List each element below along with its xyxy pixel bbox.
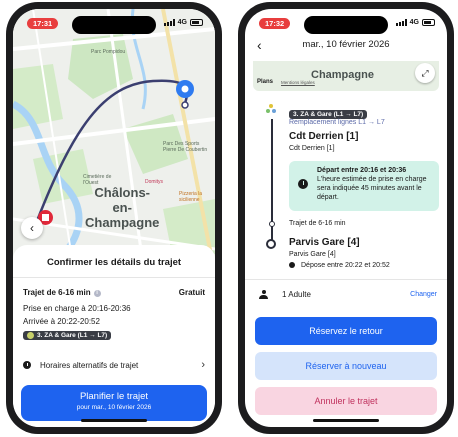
expand-icon[interactable]: ⤢ [415, 63, 435, 83]
network-label: 4G [177, 19, 187, 26]
trip-header: ‹ mar., 10 février 2026 [245, 37, 447, 61]
map-city-label: Champagne [311, 69, 374, 81]
map-label-pompidou: Parc Pompidou [91, 49, 126, 55]
trip-duration-label: Trajet de 6-16 min [23, 288, 91, 297]
mini-map[interactable]: Plans Mentions légales Champagne ⤢ [253, 61, 439, 91]
status-time: 17:31 [27, 18, 59, 29]
map-city-label: Châlons- en- Champagne [85, 185, 159, 230]
passengers-row: 1 Adulte Changer [259, 290, 437, 299]
pickup-time: Prise en charge à 20:16-20:36 [23, 304, 131, 313]
city-line-2: en- [112, 200, 132, 215]
divider [245, 279, 447, 280]
alt-schedules-label: Horaires alternatifs de trajet [40, 360, 139, 370]
home-indicator [313, 419, 379, 422]
change-passengers-link[interactable]: Changer [410, 291, 437, 298]
origin-stop-sub: Cdt Derrien [1] [289, 145, 335, 152]
passengers-label: 1 Adulte [282, 290, 311, 299]
route-badge-label: 3. ZA & Gare (L1 → L7) [37, 332, 108, 339]
bus-icon [266, 104, 276, 113]
book-return-button[interactable]: Réservez le retour [255, 317, 437, 345]
departure-window: Départ entre 20:16 et 20:36 [317, 167, 407, 174]
destination-stop-sub: Parvis Gare [4] [289, 251, 336, 258]
route-badge: 3. ZA & Gare (L1 → L7) [289, 110, 368, 119]
book-again-button[interactable]: Réserver à nouveau [255, 352, 437, 380]
chevron-left-icon: ‹ [30, 221, 34, 235]
status-indicators: 4G [395, 19, 435, 26]
trip-summary-row: Trajet de 6-16 min i Gratuit [23, 288, 205, 297]
right-phone: 17:32 4G ‹ mar., 10 février 2026 Plans M… [238, 2, 454, 434]
status-time: 17:32 [259, 18, 291, 29]
map-label-sicilienne: Pizzeria la sicilienne [179, 191, 203, 203]
battery-icon [422, 19, 435, 26]
arrival-time: Arrivée à 20:22-20:52 [23, 317, 100, 326]
signal-icon [163, 19, 175, 26]
departure-info-box: Départ entre 20:16 et 20:36 L'heure esti… [289, 161, 439, 211]
chevron-right-icon: › [201, 359, 205, 371]
destination-stop-name: Parvis Gare [4] [289, 237, 360, 248]
timeline-mid-dot [269, 221, 275, 227]
dropoff-window: Dépose entre 20:22 et 20:52 [301, 262, 390, 269]
trip-price: Gratuit [178, 288, 205, 297]
cancel-trip-button[interactable]: Annuler le trajet [255, 387, 437, 415]
origin-stop-name: Cdt Derrien [1] [289, 131, 359, 142]
status-indicators: 4G [163, 19, 203, 26]
map-provider: Plans [257, 79, 274, 85]
clock-icon [298, 179, 308, 189]
dynamic-island [72, 16, 156, 34]
replacement-note: Remplacement lignes L1 → L7 [289, 119, 385, 126]
route-badge-label: 3. ZA & Gare (L1 → L7) [293, 111, 364, 118]
signal-icon [395, 19, 407, 26]
clock-icon [289, 262, 295, 268]
dropoff-row: Dépose entre 20:22 et 20:52 [289, 262, 435, 269]
right-screen: 17:32 4G ‹ mar., 10 février 2026 Plans M… [245, 9, 447, 427]
route-badge: 3. ZA & Gare (L1 → L7) [23, 331, 112, 340]
map-label-coubertin: Parc Des Sports Pierre De Coubertin [163, 141, 208, 153]
clock-icon [23, 361, 31, 369]
back-arrow-icon[interactable]: ‹ [257, 37, 262, 53]
alt-schedules-row[interactable]: Horaires alternatifs de trajet › [23, 359, 205, 371]
trip-date-title: mar., 10 février 2026 [302, 39, 390, 50]
sheet-title: Confirmer les détails du trajet [13, 257, 215, 278]
dynamic-island [304, 16, 388, 34]
plan-trip-button[interactable]: Planifier le trajet pour mar., 10 févrie… [21, 385, 207, 421]
map-back-button[interactable]: ‹ [21, 217, 43, 239]
left-screen: 17:31 4G Parc Pompidou Parc Des Sports P… [13, 9, 215, 427]
plan-trip-label: Planifier le trajet [79, 391, 149, 402]
map-legal-link[interactable]: Mentions légales [281, 80, 315, 85]
city-line-3: Champagne [85, 215, 160, 230]
route-map[interactable]: Parc Pompidou Parc Des Sports Pierre De … [13, 9, 215, 265]
battery-icon [190, 19, 203, 26]
plan-trip-date: pour mar., 10 février 2026 [76, 404, 152, 411]
departure-note: L'heure estimée de prise en charge sera … [317, 176, 427, 201]
left-phone: 17:31 4G Parc Pompidou Parc Des Sports P… [6, 2, 222, 434]
bus-icon [27, 332, 34, 339]
trip-duration: Trajet de 6-16 min [289, 220, 346, 227]
timeline-end-dot [266, 239, 276, 249]
confirm-sheet: Confirmer les détails du trajet Trajet d… [13, 245, 215, 427]
info-icon[interactable]: i [93, 290, 101, 297]
city-line-1: Châlons- [94, 185, 151, 200]
network-label: 4G [409, 19, 419, 26]
person-icon [259, 290, 268, 299]
home-indicator [81, 419, 147, 422]
